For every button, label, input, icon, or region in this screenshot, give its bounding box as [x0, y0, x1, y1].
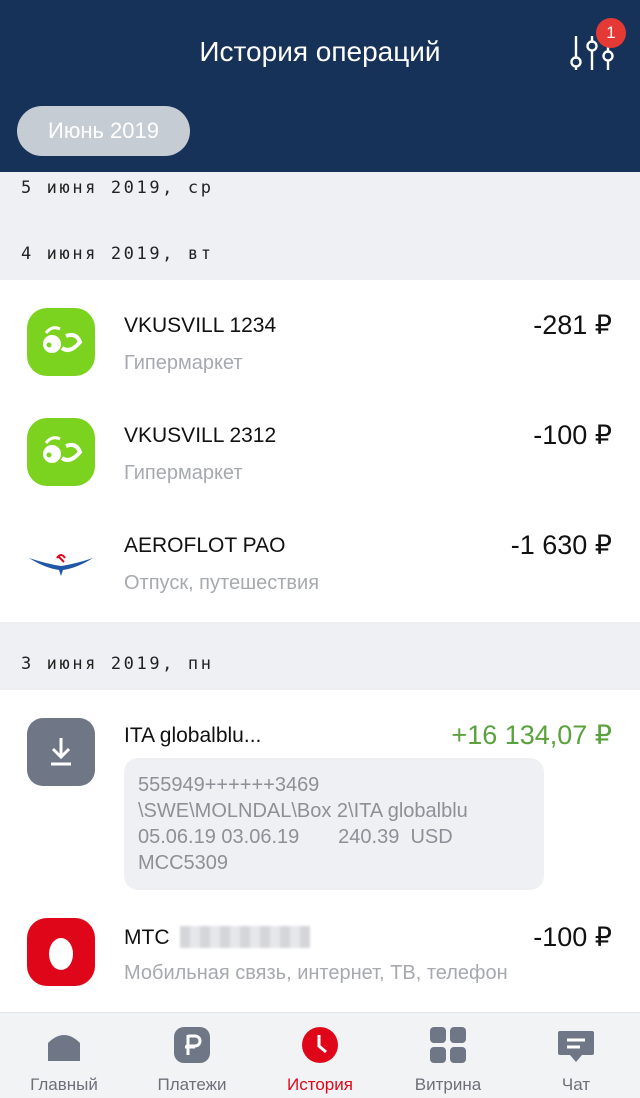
transaction-amount: -1 630 ₽: [510, 530, 612, 560]
clock-icon: [302, 1027, 338, 1063]
month-selector[interactable]: Июнь 2019: [17, 106, 190, 156]
grid-icon: [430, 1027, 466, 1063]
nav-label: История: [287, 1075, 353, 1094]
transaction-amount: -281 ₽: [533, 310, 612, 340]
nav-payments[interactable]: Платежи: [128, 1013, 256, 1098]
nav-label: Главный: [30, 1075, 98, 1094]
transaction-row[interactable]: VKUSVILL 2312 Гипермаркет -100 ₽: [0, 390, 640, 500]
date-header: 5 июня 2019, ср: [0, 172, 640, 212]
home-icon: [48, 1035, 80, 1061]
mts-logo-icon: [27, 918, 95, 986]
blurred-phone-number: [180, 926, 310, 948]
transaction-category: Мобильная связь, интернет, ТВ, телефон: [124, 962, 508, 984]
transactions-list: ITA globalblu... +16 134,07 ₽ 555949++++…: [0, 690, 640, 1012]
vkusvill-logo-icon: [27, 418, 95, 486]
nav-chat[interactable]: Чат: [512, 1013, 640, 1098]
transaction-name: VKUSVILL 1234: [124, 314, 277, 337]
nav-showcase[interactable]: Витрина: [384, 1013, 512, 1098]
transaction-category: Гипермаркет: [124, 352, 243, 374]
transaction-name: МТС: [124, 926, 170, 949]
transaction-row[interactable]: AEROFLOT PAO Отпуск, путешествия -1 630 …: [0, 500, 640, 622]
vkusvill-logo-icon: [27, 308, 95, 376]
nav-history[interactable]: История: [256, 1013, 384, 1098]
chat-icon: [558, 1031, 594, 1062]
transaction-name: AEROFLOT PAO: [124, 534, 286, 557]
transaction-category: Отпуск, путешествия: [124, 572, 320, 594]
nav-label: Витрина: [414, 1075, 482, 1094]
ruble-icon: [174, 1027, 210, 1063]
transaction-row[interactable]: ITA globalblu... +16 134,07 ₽ 555949++++…: [0, 690, 640, 898]
header: История операций 1 Июнь 2019: [0, 0, 640, 172]
date-header: 3 июня 2019, пн: [0, 622, 640, 690]
transaction-amount: -100 ₽: [533, 420, 612, 450]
transaction-amount: +16 134,07 ₽: [451, 720, 612, 750]
filter-count-badge: 1: [596, 18, 626, 48]
bottom-navigation: Главный Платежи История Витрина Чат: [0, 1012, 640, 1098]
transaction-memo: 555949++++++3469 \SWE\MOLNDAL\Box 2\ITA …: [124, 758, 544, 890]
memo-line: 555949++++++3469: [138, 774, 320, 796]
transaction-name: VKUSVILL 2312: [124, 424, 277, 447]
nav-label: Платежи: [157, 1075, 227, 1094]
nav-main[interactable]: Главный: [0, 1013, 128, 1098]
download-icon: [27, 718, 95, 786]
aeroflot-logo-icon: [27, 528, 95, 596]
transaction-row[interactable]: МТС Мобильная связь, интернет, ТВ, телеф…: [0, 898, 640, 1012]
transactions-list: VKUSVILL 1234 Гипермаркет -281 ₽ VKUSVIL…: [0, 280, 640, 622]
transaction-category: Гипермаркет: [124, 462, 243, 484]
date-header: 4 июня 2019, вт: [0, 212, 640, 280]
page-title: История операций: [199, 36, 441, 67]
memo-line: 05.06.19 03.06.19 240.39 USD: [138, 826, 453, 848]
memo-line: MCC5309: [138, 852, 229, 874]
nav-label: Чат: [561, 1075, 591, 1094]
transaction-amount: -100 ₽: [533, 922, 612, 952]
transaction-name: ITA globalblu...: [124, 724, 262, 747]
transaction-row[interactable]: VKUSVILL 1234 Гипермаркет -281 ₽: [0, 280, 640, 390]
memo-line: \SWE\MOLNDAL\Box 2\ITA globalblu: [138, 800, 468, 822]
